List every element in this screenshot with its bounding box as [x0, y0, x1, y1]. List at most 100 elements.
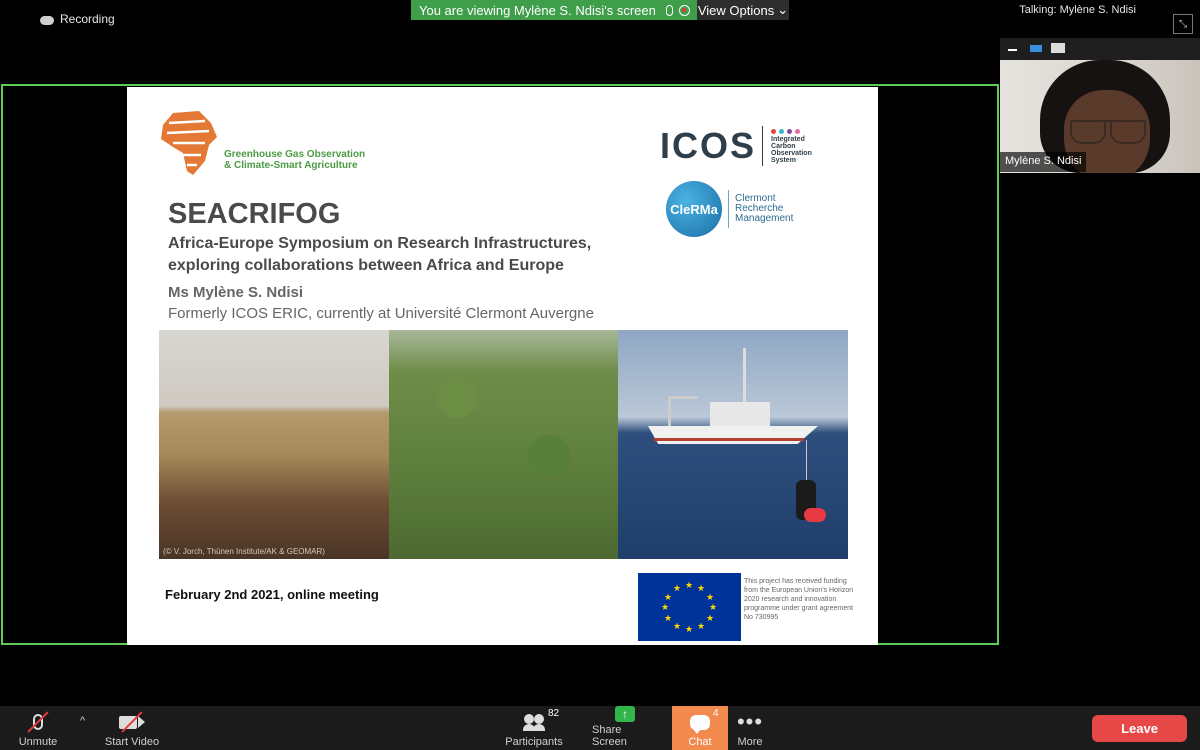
presenter-mic-icon: [665, 4, 673, 16]
slide-title: SEACRIFOG: [168, 198, 341, 230]
presentation-slide: Greenhouse Gas Observation & Climate-Sma…: [127, 87, 878, 645]
viewing-banner-text: You are viewing Mylène S. Ndisi's screen: [419, 2, 656, 18]
leave-button[interactable]: Leave: [1092, 715, 1187, 742]
presenter-recording-icon: [678, 4, 690, 16]
person-head: [524, 714, 534, 724]
slide-subtitle: Africa-Europe Symposium on Research Infr…: [168, 233, 638, 277]
camera-lens: [138, 716, 145, 728]
microphone-muted-icon: [27, 710, 49, 734]
participants-count: 82: [548, 708, 560, 719]
more-label: More: [737, 736, 763, 748]
eu-star: ★: [685, 624, 694, 634]
recording-indicator: Recording: [40, 12, 115, 26]
ship-crane: [668, 396, 698, 426]
eu-star: ★: [673, 621, 682, 631]
icos-dot: [787, 128, 793, 134]
camera-off-icon: [119, 710, 145, 734]
slide-subtitle-line1: Africa-Europe Symposium on Research Infr…: [168, 235, 592, 252]
forest-canopy-photo: [389, 330, 618, 559]
recording-label: Recording: [60, 12, 115, 26]
clerma-text-line: Management: [735, 213, 794, 224]
participants-label: Participants: [505, 736, 563, 748]
viewing-screen-banner: You are viewing Mylène S. Ndisi's screen: [411, 0, 697, 20]
icos-sub-line: Carbon: [771, 142, 796, 150]
eu-star: ★: [706, 613, 715, 623]
icos-sub-line: System: [771, 156, 796, 164]
eu-star: ★: [709, 602, 718, 612]
speaker-view-icon[interactable]: [1030, 45, 1042, 52]
chat-button[interactable]: Chat: [672, 706, 728, 750]
ship-stripe: [654, 438, 804, 441]
meeting-toolbar: Unmute ^ Start Video Participants 82 ↑ S…: [0, 706, 1200, 750]
participant-glasses: [1070, 120, 1146, 144]
eu-star: ★: [685, 580, 694, 590]
view-options-button[interactable]: View Options ⌄: [697, 0, 789, 20]
clerma-circle: CleRMa: [666, 181, 722, 237]
slide-subtitle-line2: exploring collaborations between Africa …: [168, 257, 564, 274]
icos-subtext: Integrated Carbon Observation System: [771, 128, 812, 164]
share-screen-label: Share Screen: [592, 724, 627, 748]
share-screen-button[interactable]: ↑ Share Screen: [592, 706, 658, 750]
eu-funding-notice: This project has received funding from t…: [744, 578, 854, 621]
share-screen-icon: ↑: [615, 706, 635, 722]
chat-bubble: [690, 714, 710, 734]
ship-bridge: [710, 402, 770, 428]
gallery-view-icon[interactable]: [1051, 43, 1065, 53]
audio-options-caret-icon[interactable]: ^: [80, 715, 85, 727]
eu-star: ★: [697, 621, 706, 631]
chat-label: Chat: [688, 736, 712, 748]
eu-star: ★: [673, 583, 682, 593]
share-arrow-icon: ↑: [615, 706, 635, 722]
more-dots-icon: •••: [737, 710, 763, 734]
chevron-down-icon: ⌄: [777, 2, 789, 17]
icos-wordmark: ICOS: [660, 125, 757, 166]
clerma-logo: CleRMa Clermont Recherche Management: [666, 181, 793, 237]
presenter-name: Ms Mylène S. Ndisi: [168, 284, 304, 301]
minimize-icon[interactable]: [1008, 49, 1017, 51]
more-button[interactable]: ••• More: [734, 706, 766, 750]
icos-sub-line: Observation: [771, 149, 812, 157]
presenter-affiliation: Formerly ICOS ERIC, currently at Univers…: [168, 305, 594, 322]
clerma-wordmark: Clermont Recherche Management: [735, 194, 793, 224]
research-vessel-photo: [618, 330, 848, 559]
seacrifog-caption: Greenhouse Gas Observation & Climate-Sma…: [224, 149, 365, 171]
person-head: [534, 714, 544, 724]
shared-screen: Greenhouse Gas Observation & Climate-Sma…: [1, 84, 999, 645]
chat-bubble-icon: [690, 710, 710, 734]
seacrifog-caption-line1: Greenhouse Gas Observation: [224, 149, 366, 160]
icos-dot: [771, 128, 777, 134]
eu-star: ★: [664, 613, 673, 623]
icos-dot: [795, 128, 801, 134]
eu-star: ★: [706, 592, 715, 602]
view-options-label: View Options: [697, 2, 775, 18]
people-glyph: [523, 714, 545, 731]
savanna-landscape-photo: [159, 330, 389, 559]
person-body: [533, 724, 545, 731]
icos-sub-line: Integrated: [771, 135, 805, 143]
chat-unread-count: 4: [713, 708, 719, 719]
thumbnail-controls: [1000, 38, 1200, 60]
seacrifog-logo: [161, 111, 217, 175]
ship-hull: [648, 426, 818, 444]
unmute-button[interactable]: Unmute: [12, 706, 64, 750]
buoy-line: [806, 440, 807, 482]
eu-flag-icon: ★ ★ ★ ★ ★ ★ ★ ★ ★ ★ ★ ★: [638, 573, 741, 641]
participants-icon: [523, 710, 545, 734]
photo-credit: (© V. Jorch, Thünen Institute/AK & GEOMA…: [163, 547, 325, 556]
eu-star: ★: [661, 602, 670, 612]
eu-star: ★: [697, 583, 706, 593]
start-video-label: Start Video: [104, 736, 160, 748]
ship-mast: [743, 348, 746, 404]
clerma-divider: [728, 190, 729, 228]
exit-fullscreen-icon[interactable]: ⤡: [1173, 14, 1193, 34]
icos-logo: ICOS Integrated Carbon Observation Syste…: [660, 125, 812, 167]
participant-name-label: Mylène S. Ndisi: [1000, 152, 1087, 172]
dots-glyph: •••: [736, 709, 764, 734]
talking-indicator: Talking: Mylène S. Ndisi: [1019, 4, 1136, 16]
icos-divider: [762, 126, 764, 166]
seacrifog-caption-line2: & Climate-Smart Agriculture: [224, 160, 358, 171]
meeting-date: February 2nd 2021, online meeting: [165, 587, 379, 602]
icos-dots-icon: [771, 128, 812, 134]
start-video-button[interactable]: Start Video: [104, 706, 160, 750]
unmute-label: Unmute: [18, 736, 58, 748]
